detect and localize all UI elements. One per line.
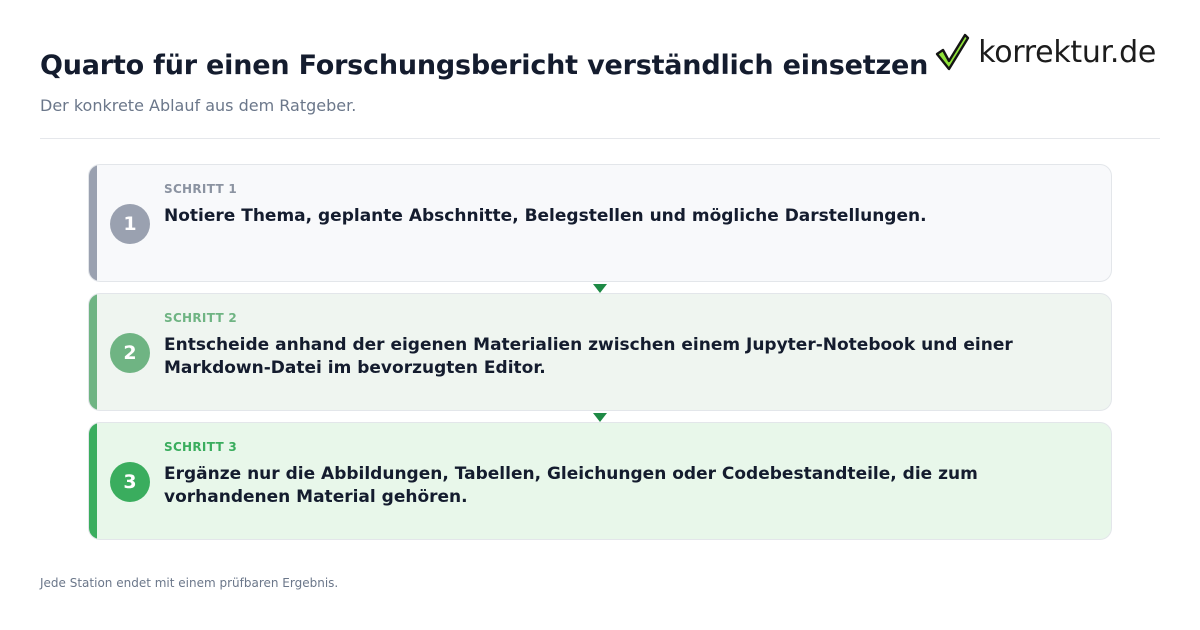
step-connector-arrow [593,413,607,422]
step-text: Notiere Thema, geplante Abschnitte, Bele… [164,206,927,226]
step-accent-bar [89,165,97,281]
step-accent-bar [89,294,97,410]
step-text: Entscheide anhand der eigenen Materialie… [164,335,1013,378]
step-card-1: 1 SCHRITT 1 Notiere Thema, geplante Absc… [88,164,1112,282]
step-label: SCHRITT 1 [164,182,238,196]
logo-text: korrektur.de [978,34,1156,70]
step-number-badge: 1 [110,204,150,244]
logo[interactable]: korrektur.de [934,30,1156,74]
step-card-2: 2 SCHRITT 2 Entscheide anhand der eigene… [88,293,1112,411]
step-label: SCHRITT 2 [164,311,238,325]
header-divider [40,138,1160,139]
step-connector-arrow [593,284,607,293]
step-label: SCHRITT 3 [164,440,238,454]
step-text: Ergänze nur die Abbildungen, Tabellen, G… [164,464,978,507]
step-number-badge: 3 [110,462,150,502]
step-card-3: 3 SCHRITT 3 Ergänze nur die Abbildungen,… [88,422,1112,540]
step-accent-bar [89,423,97,539]
step-number-badge: 2 [110,333,150,373]
footer-note: Jede Station endet mit einem prüfbaren E… [40,576,339,590]
checkmark-icon [936,33,970,71]
page-subtitle: Der konkrete Ablauf aus dem Ratgeber. [40,96,357,115]
page-title: Quarto für einen Forschungsbericht verst… [40,50,929,81]
